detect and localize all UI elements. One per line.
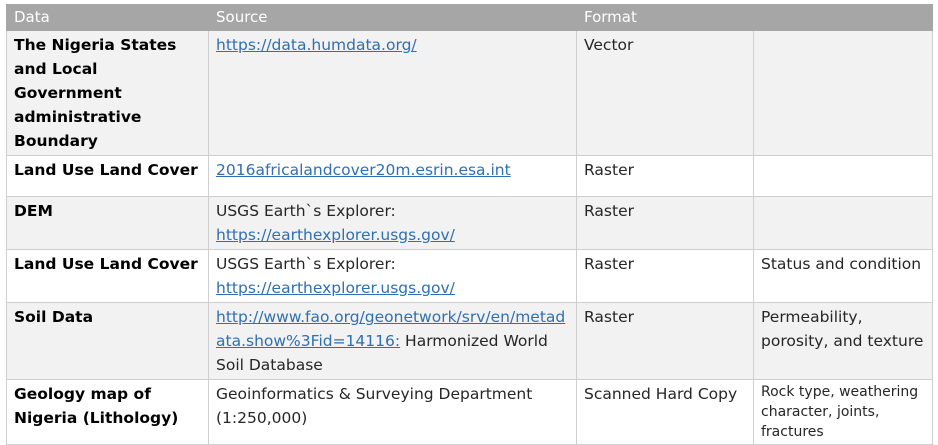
source-cell: https://data.humdata.org/ [208,30,577,156]
data-cell: Soil Data [6,302,209,380]
data-cell: DEM [6,196,209,250]
table-row: Land Use Land Cover USGS Earth`s Explore… [6,249,933,303]
format-cell: Raster [576,249,754,303]
table-row: DEM USGS Earth`s Explorer: https://earth… [6,196,933,250]
format-cell: Raster [576,196,754,250]
header-notes [753,4,933,31]
source-link[interactable]: https://earthexplorer.usgs.gov/ [216,279,455,297]
table-row: Soil Data http://www.fao.org/geonetwork/… [6,302,933,380]
source-text: USGS Earth`s Explorer: [216,202,396,220]
source-link[interactable]: 2016africalandcover20m.esrin.esa.int [216,161,511,179]
format-cell: Raster [576,302,754,380]
source-link[interactable]: https://data.humdata.org/ [216,36,417,54]
notes-cell [753,196,933,250]
format-cell: Vector [576,30,754,156]
table-row: Geology map of Nigeria (Lithology) Geoin… [6,379,933,445]
source-text: USGS Earth`s Explorer: [216,255,396,273]
data-cell: Geology map of Nigeria (Lithology) [6,379,209,445]
source-text: Geoinformatics & Surveying Department (1… [216,385,533,427]
data-cell: Land Use Land Cover [6,249,209,303]
data-cell: The Nigeria States and Local Government … [6,30,209,156]
header-row: Data Source Format [6,4,933,31]
source-cell: http://www.fao.org/geonetwork/srv/en/met… [208,302,577,380]
notes-cell: Permeability, porosity, and texture [753,302,933,380]
source-cell: USGS Earth`s Explorer: https://earthexpl… [208,196,577,250]
header-data: Data [6,4,209,31]
header-source: Source [208,4,577,31]
notes-cell [753,155,933,197]
notes-cell [753,30,933,156]
header-format: Format [576,4,754,31]
source-cell: Geoinformatics & Surveying Department (1… [208,379,577,445]
format-cell: Scanned Hard Copy [576,379,754,445]
source-cell: 2016africalandcover20m.esrin.esa.int [208,155,577,197]
data-sources-table: Data Source Format The Nigeria States an… [6,4,933,445]
table-row: The Nigeria States and Local Government … [6,30,933,156]
source-cell: USGS Earth`s Explorer: https://earthexpl… [208,249,577,303]
notes-cell: Status and condition [753,249,933,303]
source-link[interactable]: https://earthexplorer.usgs.gov/ [216,226,455,244]
data-cell: Land Use Land Cover [6,155,209,197]
table-row: Land Use Land Cover 2016africalandcover2… [6,155,933,197]
notes-cell: Rock type, weathering character, joints,… [753,379,933,445]
format-cell: Raster [576,155,754,197]
